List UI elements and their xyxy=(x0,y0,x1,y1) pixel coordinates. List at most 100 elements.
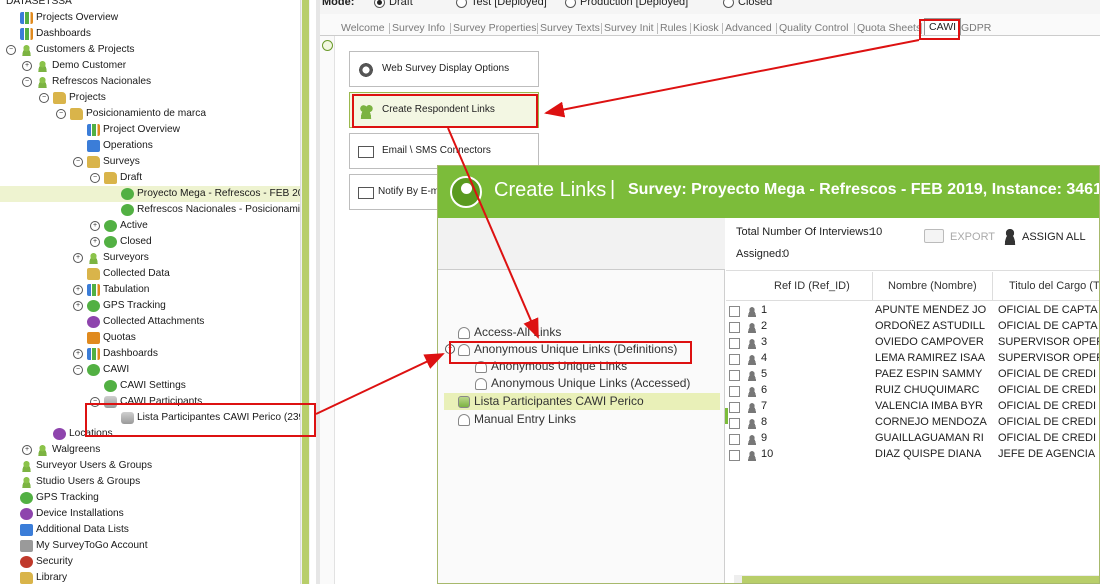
tree-node[interactable]: − Posicionamiento de marca xyxy=(0,106,300,122)
tab-rules[interactable]: Rules xyxy=(660,22,687,34)
pin-icon[interactable] xyxy=(322,40,333,51)
horizontal-scrollbar[interactable] xyxy=(734,575,1099,583)
row-checkbox[interactable] xyxy=(729,338,740,349)
links-tree-node[interactable]: Manual Entry Links xyxy=(444,411,720,428)
tree-node[interactable]: − Customers & Projects xyxy=(0,42,300,58)
tab-survey-texts[interactable]: Survey Texts xyxy=(540,22,600,34)
splitter-bar[interactable] xyxy=(302,0,309,584)
expand-icon[interactable]: + xyxy=(73,349,83,359)
tree-node[interactable]: My SurveyToGo Account xyxy=(0,538,300,554)
tree-node[interactable]: + Tabulation xyxy=(0,282,300,298)
row-checkbox[interactable] xyxy=(729,434,740,445)
project-tree[interactable]: DATASETSSA Projects Overview Dashboards − Cu… xyxy=(0,0,300,584)
tree-node[interactable]: Security xyxy=(0,554,300,570)
tab-kiosk[interactable]: Kiosk xyxy=(693,22,719,34)
assign-all-button[interactable]: ASSIGN ALL xyxy=(1022,231,1086,243)
tree-node[interactable]: Collected Data xyxy=(0,266,300,282)
tree-node[interactable]: Dashboards xyxy=(0,26,300,42)
tree-node[interactable]: + Surveyors xyxy=(0,250,300,266)
tab-quality-control[interactable]: Quality Control xyxy=(779,22,848,34)
row-checkbox[interactable] xyxy=(729,386,740,397)
scrollbar-thumb[interactable] xyxy=(742,576,1099,583)
expand-icon[interactable]: + xyxy=(90,237,100,247)
tree-node[interactable]: + Demo Customer xyxy=(0,58,300,74)
radio-test-label[interactable]: Test [Deployed] xyxy=(471,0,547,8)
tree-node[interactable]: Locations xyxy=(0,426,300,442)
create-respondent-links-button[interactable]: Create Respondent Links xyxy=(349,92,539,128)
table-row[interactable]: 9 GUAILLAGUAMAN RI OFICIAL DE CREDI xyxy=(726,432,1099,448)
tree-node[interactable]: Studio Users & Groups xyxy=(0,474,300,490)
collapse-icon[interactable]: − xyxy=(73,157,83,167)
tree-node[interactable]: + Walgreens xyxy=(0,442,300,458)
notify-by-email-button[interactable]: Notify By E-mail xyxy=(349,174,439,210)
expand-icon[interactable]: + xyxy=(73,253,83,263)
tab-cawi[interactable]: CAWI xyxy=(924,18,962,35)
tree-node[interactable]: GPS Tracking xyxy=(0,490,300,506)
tree-node[interactable]: Project Overview xyxy=(0,122,300,138)
tree-node[interactable]: − Surveys xyxy=(0,154,300,170)
tab-quota-sheets[interactable]: Quota Sheets xyxy=(857,22,921,34)
tree-node[interactable]: + GPS Tracking xyxy=(0,298,300,314)
tree-node[interactable]: Refrescos Nacionales - Posicionamient... xyxy=(0,202,300,218)
tree-node[interactable]: Device Installations xyxy=(0,506,300,522)
tree-node[interactable]: Lista Participantes CAWI Perico (23955) xyxy=(0,410,300,426)
expand-icon[interactable]: + xyxy=(22,445,32,455)
collapse-icon[interactable]: − xyxy=(73,365,83,375)
tree-node[interactable]: Proyecto Mega - Refrescos - FEB 2019... xyxy=(0,186,300,202)
tree-node[interactable]: Operations xyxy=(0,138,300,154)
tree-node[interactable]: Library xyxy=(0,570,300,584)
email-sms-connectors-button[interactable]: Email \ SMS Connectors xyxy=(349,133,539,169)
collapse-icon[interactable]: − xyxy=(90,173,100,183)
radio-test[interactable] xyxy=(456,0,467,8)
links-tree-node[interactable]: Access-All Links xyxy=(444,324,720,341)
radio-draft-label[interactable]: Draft xyxy=(389,0,413,8)
tree-node[interactable]: Collected Attachments xyxy=(0,314,300,330)
radio-closed[interactable] xyxy=(723,0,734,8)
collapse-icon[interactable]: − xyxy=(39,93,49,103)
tab-survey-properties[interactable]: Survey Properties xyxy=(453,22,536,34)
tree-node[interactable]: − Draft xyxy=(0,170,300,186)
collapse-icon[interactable]: − xyxy=(90,397,100,407)
tree-node[interactable]: CAWI Settings xyxy=(0,378,300,394)
collapse-icon[interactable]: − xyxy=(56,109,66,119)
tree-node[interactable]: + Closed xyxy=(0,234,300,250)
table-row[interactable]: 4 LEMA RAMIREZ ISAA SUPERVISOR OPER xyxy=(726,352,1099,368)
table-row[interactable]: 5 PAEZ ESPIN SAMMY OFICIAL DE CREDI xyxy=(726,368,1099,384)
table-row[interactable]: 10 DIAZ QUISPE DIANA JEFE DE AGENCIA xyxy=(726,448,1099,464)
links-tree-node[interactable]: − Anonymous Unique Links (Definitions) xyxy=(444,341,720,358)
tree-node[interactable]: − Projects xyxy=(0,90,300,106)
web-survey-display-options-button[interactable]: Web Survey Display Options xyxy=(349,51,539,87)
tree-node[interactable]: DATASETSSA xyxy=(0,0,300,10)
tree-splitter[interactable] xyxy=(300,0,310,584)
tree-node[interactable]: − CAWI xyxy=(0,362,300,378)
tree-node[interactable]: − CAWI Participants xyxy=(0,394,300,410)
table-row[interactable]: 8 CORNEJO MENDOZA OFICIAL DE CREDI xyxy=(726,416,1099,432)
row-checkbox[interactable] xyxy=(729,402,740,413)
panel-resize-handle[interactable] xyxy=(725,408,728,424)
row-checkbox[interactable] xyxy=(729,370,740,381)
row-checkbox[interactable] xyxy=(729,418,740,429)
row-checkbox[interactable] xyxy=(729,354,740,365)
collapse-icon[interactable]: − xyxy=(445,344,455,354)
radio-production-label[interactable]: Production [Deployed] xyxy=(580,0,688,8)
tree-node[interactable]: + Active xyxy=(0,218,300,234)
expand-icon[interactable]: + xyxy=(22,61,32,71)
links-tree-node[interactable]: Anonymous Unique Links (Accessed) xyxy=(444,375,720,392)
tree-node[interactable]: Quotas xyxy=(0,330,300,346)
collapse-icon[interactable]: − xyxy=(22,77,32,87)
radio-draft[interactable] xyxy=(374,0,385,8)
tree-node[interactable]: − Refrescos Nacionales xyxy=(0,74,300,90)
col-ref-id[interactable]: Ref ID (Ref_ID) xyxy=(774,280,850,292)
expand-icon[interactable]: + xyxy=(90,221,100,231)
table-row[interactable]: 1 APUNTE MENDEZ JO OFICIAL DE CAPTA xyxy=(726,304,1099,320)
collapse-icon[interactable]: − xyxy=(6,45,16,55)
tab-gdpr[interactable]: GDPR xyxy=(961,22,991,34)
tree-node[interactable]: Surveyor Users & Groups xyxy=(0,458,300,474)
tab-survey-init[interactable]: Survey Init xyxy=(604,22,654,34)
links-tree-node[interactable]: Anonymous Unique Links xyxy=(444,358,720,375)
row-checkbox[interactable] xyxy=(729,322,740,333)
export-button[interactable]: EXPORT xyxy=(950,231,995,243)
tree-node[interactable]: Additional Data Lists xyxy=(0,522,300,538)
expand-icon[interactable]: + xyxy=(73,301,83,311)
radio-closed-label[interactable]: Closed xyxy=(738,0,772,8)
